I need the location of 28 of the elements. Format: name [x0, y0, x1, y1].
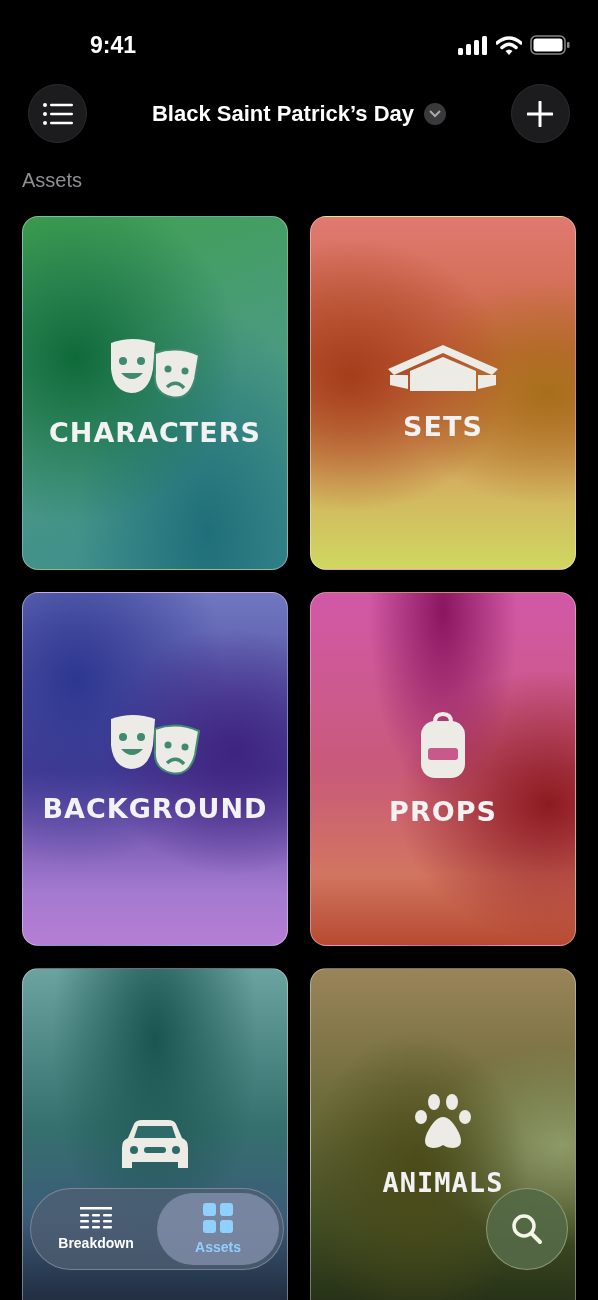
- asset-card[interactable]: PROPS: [310, 592, 576, 946]
- tab[interactable]: Breakdown: [35, 1193, 157, 1265]
- asset-card[interactable]: ANIMALS: [310, 968, 576, 1300]
- card-title: BACKGROUND: [42, 792, 268, 824]
- menu-icon: [42, 102, 73, 125]
- asset-card[interactable]: BACKGROUND: [22, 592, 288, 946]
- signal-icon: [458, 35, 488, 55]
- asset-card[interactable]: CHARACTERS: [22, 216, 288, 570]
- house-icon: [388, 344, 498, 393]
- card-title: CHARACTERS: [49, 416, 261, 448]
- project-title[interactable]: Black Saint Patrick’s Day: [151, 100, 415, 127]
- theater-masks-icon: [109, 714, 201, 775]
- chevron-down-icon[interactable]: [424, 102, 447, 125]
- card-title: PROPS: [389, 795, 497, 827]
- card-title: SETS: [403, 410, 483, 442]
- card-title: ANIMALS: [382, 1166, 504, 1198]
- search-icon: [511, 1213, 543, 1245]
- battery-icon: [530, 35, 570, 55]
- car-icon: [122, 1120, 188, 1170]
- wifi-icon: [496, 35, 522, 55]
- section-label: Assets: [21, 168, 84, 192]
- list-lines-icon: [80, 1207, 112, 1229]
- status-time: 9:41: [90, 31, 137, 59]
- backpack-icon: [420, 711, 466, 778]
- theater-masks-icon: [109, 338, 201, 399]
- grid-icon: [203, 1203, 233, 1233]
- plus-icon: [527, 100, 554, 127]
- paw-icon: [415, 1092, 471, 1149]
